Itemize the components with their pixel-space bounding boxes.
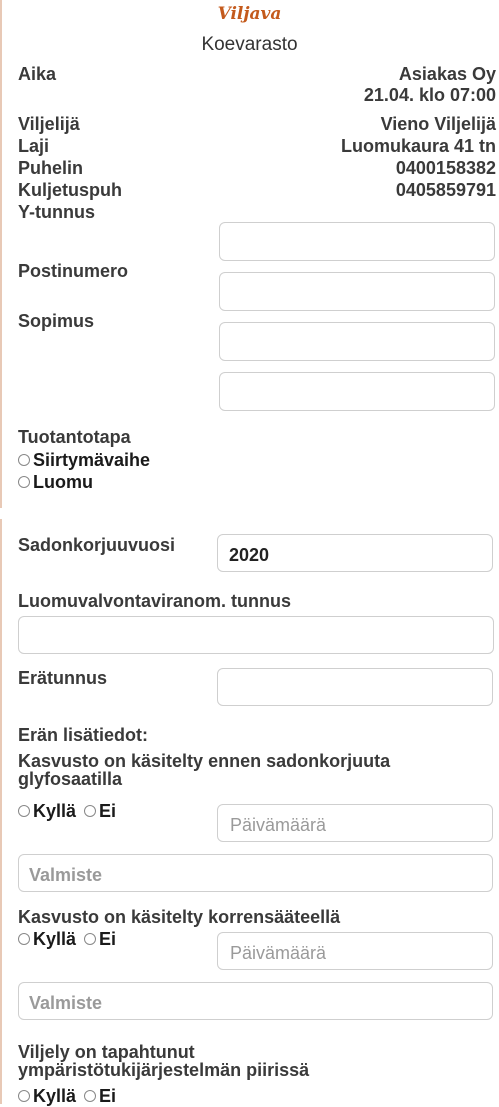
valmiste-placeholder: Valmiste xyxy=(29,865,103,885)
laji-label: Laji xyxy=(18,136,50,156)
tuotantotapa-label: Tuotantotapa xyxy=(18,427,131,447)
kuljetuspuh-label: Kuljetuspuh xyxy=(18,180,122,200)
glyfosaatti-radio-no[interactable]: Ei xyxy=(81,801,116,821)
glyfosaatti-question-line1: Kasvusto on käsitelty ennen sadonkorjuut… xyxy=(18,751,391,771)
radio-siirtymavaihe[interactable]: Siirtymävaihe xyxy=(18,450,150,471)
aika-value: 21.04. klo 07:00 xyxy=(363,85,496,105)
ymparisto-yes-label: Kyllä xyxy=(33,1086,77,1106)
korrensaate-no-label: Ei xyxy=(99,929,117,949)
radio-siirtymavaihe-label: Siirtymävaihe xyxy=(33,450,151,470)
luomuvalvonta-label: Luomuvalvontaviranom. tunnus xyxy=(18,591,292,611)
sadonkorjuuvuosi-input[interactable]: 2020 xyxy=(217,534,493,572)
ytunnus-label: Y-tunnus xyxy=(18,202,95,222)
viljelija-label: Viljelijä xyxy=(18,114,80,134)
radio-circle-icon xyxy=(84,933,97,946)
glyfosaatti-valmiste-input[interactable]: Valmiste xyxy=(18,854,493,892)
radio-circle-icon xyxy=(84,1090,97,1103)
puhelin-label: Puhelin xyxy=(18,158,84,178)
ytunnus-input[interactable] xyxy=(219,222,495,261)
sopimus-extra-input[interactable] xyxy=(219,372,495,411)
sadonkorjuuvuosi-value: 2020 xyxy=(229,545,270,565)
sopimus-label: Sopimus xyxy=(18,311,95,331)
radio-circle-icon xyxy=(18,476,30,489)
customer-name: Asiakas Oy xyxy=(398,64,496,84)
glyfosaatti-radio-group: Kyllä Ei xyxy=(18,801,116,822)
korrensaate-valmiste-input[interactable]: Valmiste xyxy=(18,982,493,1020)
korrensaate-question: Kasvusto on käsitelty korrensääteellä xyxy=(18,907,341,927)
date-placeholder: Päivämäärä xyxy=(230,815,327,835)
page-title: Koevarasto xyxy=(201,34,298,55)
date-placeholder: Päivämäärä xyxy=(230,943,327,963)
ymparisto-question-line2: ympäristötukijärjestelmän piirissä xyxy=(18,1060,310,1080)
radio-circle-icon xyxy=(84,805,97,818)
aika-label: Aika xyxy=(18,64,57,84)
korrensaate-radio-no[interactable]: Ei xyxy=(81,929,116,949)
postinumero-input[interactable] xyxy=(219,272,495,311)
radio-circle-icon xyxy=(18,805,30,818)
radio-luomu-label: Luomu xyxy=(33,472,93,492)
ymparisto-radio-no[interactable]: Ei xyxy=(81,1086,116,1106)
radio-circle-icon xyxy=(18,933,30,946)
glyfosaatti-radio-yes[interactable]: Kyllä xyxy=(18,801,76,821)
radio-luomu[interactable]: Luomu xyxy=(18,472,93,493)
puhelin-value[interactable]: 0400158382 xyxy=(396,158,496,179)
eratunnus-label: Erätunnus xyxy=(18,668,108,688)
sadonkorjuuvuosi-label: Sadonkorjuuvuosi xyxy=(18,535,176,555)
glyfosaatti-yes-label: Kyllä xyxy=(33,801,77,821)
korrensaate-date-input[interactable]: Päivämäärä xyxy=(217,932,493,970)
ymparisto-no-label: Ei xyxy=(99,1086,117,1106)
korrensaate-radio-yes[interactable]: Kyllä xyxy=(18,929,76,949)
laji-value: Luomukaura 41 tn xyxy=(340,136,496,156)
glyfosaatti-no-label: Ei xyxy=(99,801,117,821)
luomuvalvonta-input[interactable] xyxy=(18,616,494,654)
ymparisto-radio-yes[interactable]: Kyllä xyxy=(18,1086,76,1106)
valmiste-placeholder: Valmiste xyxy=(29,993,103,1013)
eran-lisatiedot-label: Erän lisätiedot: xyxy=(18,725,149,745)
ymparisto-question-line1: Viljely on tapahtunut xyxy=(18,1042,195,1062)
radio-circle-icon xyxy=(18,1090,30,1103)
card-gap xyxy=(0,508,499,519)
korrensaate-radio-group: Kyllä Ei xyxy=(18,929,116,950)
glyfosaatti-date-input[interactable]: Päivämäärä xyxy=(217,804,493,842)
ymparisto-question: Viljely on tapahtunut ympäristötukijärje… xyxy=(18,1043,309,1079)
sopimus-input[interactable] xyxy=(219,322,495,361)
glyfosaatti-question-line2: glyfosaatilla xyxy=(18,769,123,789)
viljelija-value: Vieno Viljelijä xyxy=(380,114,496,134)
kuljetuspuh-value[interactable]: 0405859791 xyxy=(396,180,496,201)
eratunnus-input[interactable] xyxy=(217,668,493,706)
postinumero-label: Postinumero xyxy=(18,261,129,281)
viljava-logo: Viljava xyxy=(217,4,282,24)
glyfosaatti-question: Kasvusto on käsitelty ennen sadonkorjuut… xyxy=(18,752,390,788)
radio-circle-icon xyxy=(18,454,30,467)
korrensaate-yes-label: Kyllä xyxy=(33,929,77,949)
